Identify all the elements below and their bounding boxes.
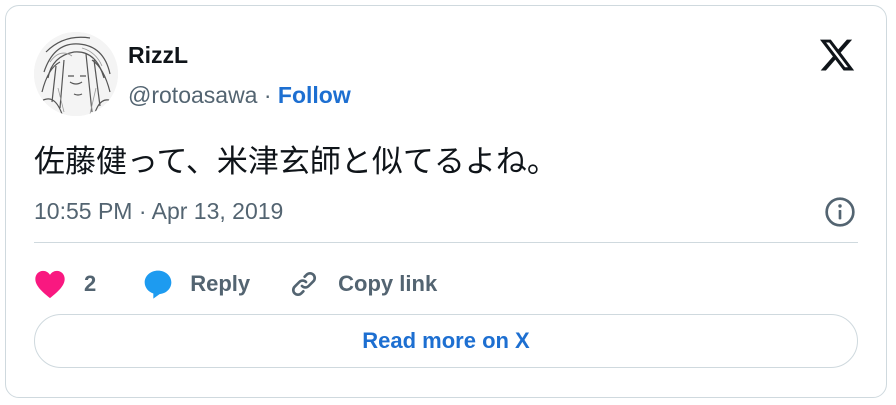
heart-icon	[35, 270, 65, 299]
reply-label: Reply	[190, 271, 251, 296]
tweet-text: 佐藤健って、米津玄師と似てるよね。	[34, 144, 558, 180]
x-logo-icon[interactable]	[818, 36, 856, 74]
author-name[interactable]: RizzL	[128, 42, 188, 69]
link-icon	[292, 271, 317, 297]
read-more-label: Read more on X	[362, 328, 530, 353]
divider	[34, 242, 858, 243]
like-count: 2	[84, 271, 97, 296]
action-bar: 2 Reply Copy link	[34, 262, 437, 306]
tweet-timestamp[interactable]: 10:55 PM · Apr 13, 2019	[34, 198, 283, 225]
author-handle[interactable]: @rotoasawa	[128, 82, 257, 108]
follow-link[interactable]: Follow	[278, 82, 351, 108]
reply-bubble-icon	[144, 270, 172, 299]
read-more-button[interactable]: Read more on X	[34, 314, 858, 368]
avatar-sketch-image	[34, 32, 118, 116]
avatar[interactable]	[34, 32, 118, 116]
handle-row: @rotoasawa · Follow	[128, 82, 351, 109]
info-icon[interactable]	[824, 196, 856, 228]
copy-link-button[interactable]: Copy link	[288, 268, 437, 300]
tweet-card: RizzL @rotoasawa · Follow 佐藤健って、米津玄師と似てる…	[5, 5, 887, 398]
reply-button[interactable]: Reply	[142, 268, 250, 300]
copy-link-label: Copy link	[338, 271, 438, 296]
like-button[interactable]: 2	[34, 269, 96, 299]
handle-separator: ·	[257, 82, 278, 108]
